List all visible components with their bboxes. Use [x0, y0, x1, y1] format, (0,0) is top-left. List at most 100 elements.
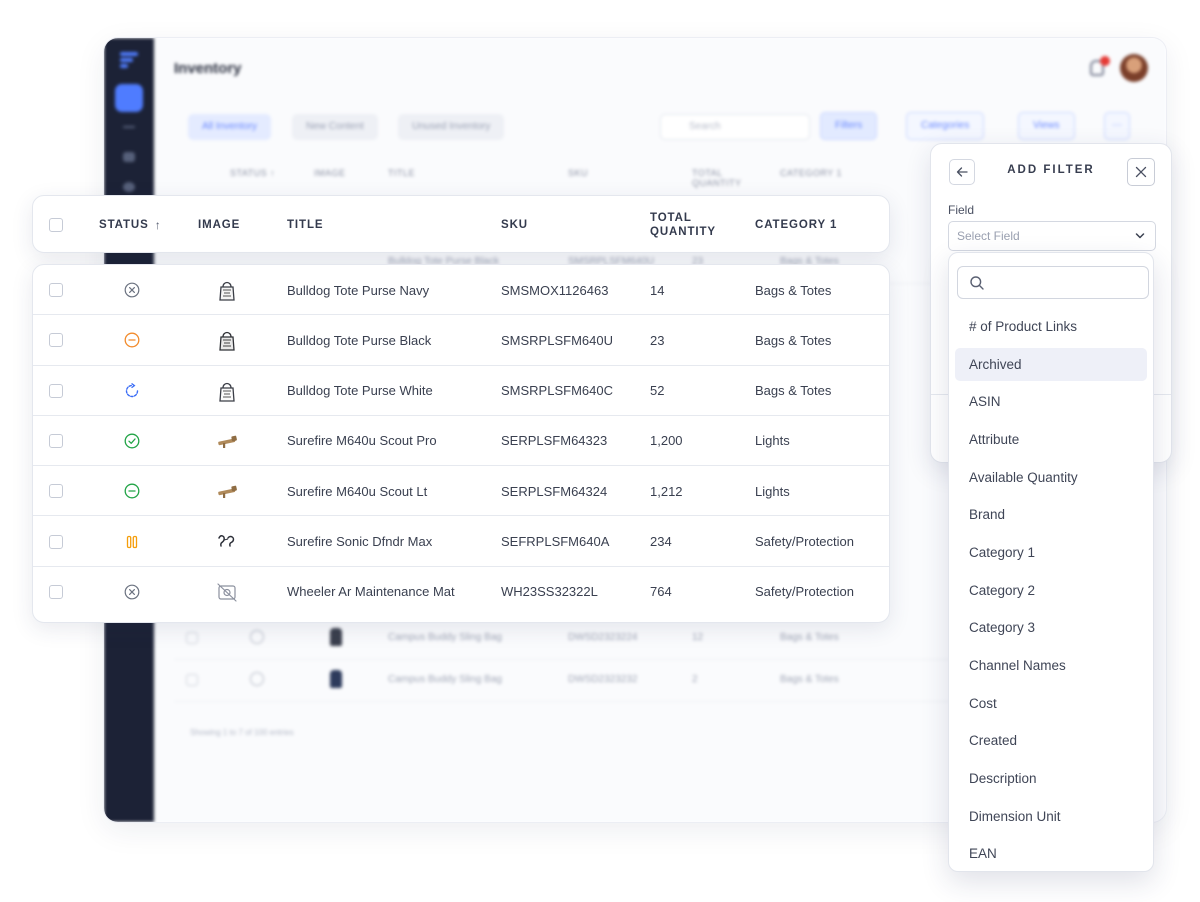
views-button[interactable]: Views [1018, 112, 1075, 140]
row-sku: WH23SS32322L [501, 584, 598, 600]
dropdown-item-channel-names[interactable]: Channel Names [955, 649, 1147, 682]
bg-row-sku: DWSD2323232 [568, 674, 638, 685]
dropdown-item-created[interactable]: Created [955, 724, 1147, 757]
field-select-placeholder: Select Field [957, 229, 1020, 243]
table-row[interactable]: Surefire M640u Scout Pro SERPLSFM64323 1… [33, 416, 889, 467]
row-checkbox[interactable] [49, 333, 63, 348]
sidebar-home-button[interactable] [115, 84, 143, 112]
tab-unused-inventory[interactable]: Unused Inventory [398, 114, 505, 140]
filters-button[interactable]: Filters [820, 112, 878, 140]
search-input[interactable]: Search [660, 114, 810, 140]
row-checkbox[interactable] [49, 383, 63, 398]
row-quantity: 1,200 [650, 433, 683, 449]
dropdown-item-product-links[interactable]: # of Product Links [955, 310, 1147, 343]
archived-status-icon [124, 282, 140, 298]
row-sku: SMSRPLSFM640C [501, 383, 613, 399]
bg-row-title: Campus Buddy Sling Bag [388, 632, 502, 643]
sidebar-item-settings[interactable] [123, 182, 135, 192]
column-header-total-line2: QUANTITY [650, 226, 716, 238]
column-header-sku[interactable]: SKU [501, 196, 528, 254]
row-sku: SMSRPLSFM640U [501, 332, 613, 348]
row-category: Lights [755, 483, 790, 499]
dropdown-item-description[interactable]: Description [955, 762, 1147, 795]
row-sku: SMSMOX1126463 [501, 282, 609, 298]
sort-arrow-icon[interactable]: ↑ [155, 218, 162, 232]
row-category: Bags & Totes [755, 282, 832, 298]
bg-row-qty: 12 [692, 632, 704, 643]
active-status-icon [124, 433, 140, 449]
row-sku: SERPLSFM64324 [501, 483, 608, 499]
dropdown-item-category-2[interactable]: Category 2 [955, 574, 1147, 607]
bg-column-total-quantity: TOTAL QUANTITY [692, 168, 742, 188]
dropdown-item-dimension-unit[interactable]: Dimension Unit [955, 800, 1147, 833]
flashlight-icon [218, 435, 237, 448]
row-title: Bulldog Tote Purse White [287, 383, 433, 399]
notification-badge [1100, 56, 1110, 66]
bg-row-category: Bags & Totes [780, 632, 839, 643]
row-category: Bags & Totes [755, 383, 832, 399]
field-select[interactable]: Select Field [948, 221, 1156, 251]
table-row[interactable]: Bulldog Tote Purse White SMSRPLSFM640C 5… [33, 366, 889, 416]
bg-column-status: STATUS ↑ [230, 168, 276, 178]
avatar[interactable] [1120, 54, 1148, 82]
tote-bag-icon [219, 281, 235, 301]
sidebar-divider [123, 126, 135, 128]
paused-status-icon [126, 535, 138, 548]
table-row[interactable]: Surefire Sonic Dfndr Max SEFRPLSFM640A 2… [33, 517, 889, 567]
row-category: Safety/Protection [755, 584, 854, 600]
dropdown-item-available-quantity[interactable]: Available Quantity [955, 461, 1147, 494]
bg-column-sku: SKU [568, 168, 589, 178]
search-icon [970, 276, 984, 290]
bg-column-image: IMAGE [314, 168, 346, 178]
table-row[interactable]: Surefire M640u Scout Lt SERPLSFM64324 1,… [33, 466, 889, 517]
row-category: Bags & Totes [755, 332, 832, 348]
table-row[interactable]: Bulldog Tote Purse Black SMSRPLSFM640U 2… [33, 315, 889, 366]
status-icon [250, 672, 264, 686]
table-row[interactable]: Bulldog Tote Purse Navy SMSMOX1126463 14… [33, 265, 889, 316]
row-checkbox[interactable] [49, 433, 63, 448]
close-button[interactable] [1127, 158, 1155, 186]
dropdown-item-attribute[interactable]: Attribute [955, 423, 1147, 456]
archived-status-icon [124, 584, 140, 600]
sidebar-item-messages[interactable] [123, 152, 135, 162]
dropdown-item-category-1[interactable]: Category 1 [955, 536, 1147, 569]
inactive-status-icon [124, 332, 140, 348]
tab-new-content[interactable]: New Content [292, 114, 378, 140]
row-checkbox[interactable] [49, 484, 63, 499]
select-all-checkbox[interactable] [49, 218, 63, 232]
bg-column-title: TITLE [388, 168, 416, 178]
dropdown-item-archived[interactable]: Archived [955, 348, 1147, 381]
row-quantity: 764 [650, 584, 672, 600]
row-checkbox[interactable] [49, 283, 63, 297]
field-dropdown: # of Product Links Archived ASIN Attribu… [948, 252, 1154, 872]
dropdown-item-asin[interactable]: ASIN [955, 385, 1147, 418]
more-button[interactable]: ⋯ [1104, 112, 1130, 140]
row-title: Surefire Sonic Dfndr Max [287, 534, 433, 549]
dropdown-item-cost[interactable]: Cost [955, 687, 1147, 720]
row-title: Bulldog Tote Purse Black [287, 332, 432, 348]
dropdown-item-category-3[interactable]: Category 3 [955, 611, 1147, 644]
tab-all-inventory[interactable]: All Inventory [188, 114, 272, 140]
bg-row-category: Bags & Totes [780, 674, 839, 685]
dropdown-search-input[interactable] [957, 266, 1149, 299]
dropdown-item-ean[interactable]: EAN [955, 837, 1147, 870]
row-quantity: 1,212 [650, 483, 683, 499]
tote-bag-icon [219, 332, 235, 351]
dropdown-item-brand[interactable]: Brand [955, 498, 1147, 531]
column-header-total-quantity[interactable]: TOTAL QUANTITY [650, 196, 716, 254]
row-checkbox[interactable] [49, 584, 63, 599]
column-header-status[interactable]: STATUS ↑ [99, 196, 162, 254]
categories-button[interactable]: Categories [906, 112, 985, 140]
row-checkbox[interactable] [186, 674, 198, 686]
column-header-category[interactable]: CATEGORY 1 [755, 196, 837, 254]
row-sku: SERPLSFM64323 [501, 433, 608, 449]
row-checkbox[interactable] [49, 534, 63, 549]
row-quantity: 234 [650, 534, 672, 549]
chevron-down-icon [1135, 233, 1145, 239]
disabled-status-icon [124, 483, 140, 499]
column-header-title[interactable]: TITLE [287, 196, 323, 254]
table-row[interactable]: Wheeler Ar Maintenance Mat WH23SS32322L … [33, 567, 889, 617]
tote-bag-icon [219, 382, 235, 402]
row-checkbox[interactable] [186, 632, 198, 644]
column-header-status-label: STATUS [99, 219, 149, 231]
